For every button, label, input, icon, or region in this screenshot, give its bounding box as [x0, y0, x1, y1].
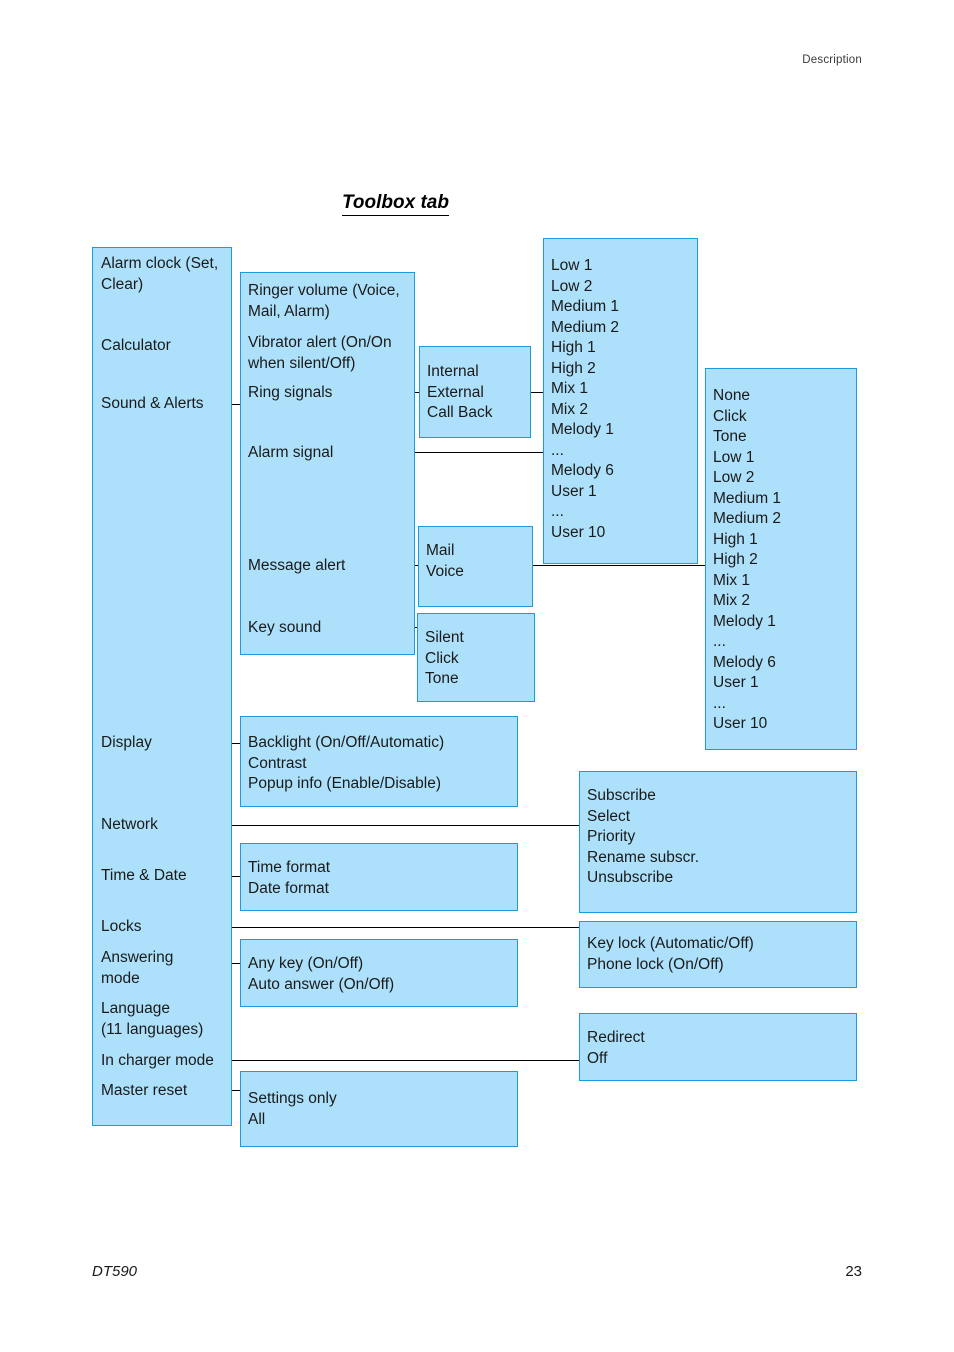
page-header-section: Description	[802, 54, 862, 66]
ring-signal-types-list[interactable]: Internal External Call Back	[427, 362, 492, 424]
locks-options-list[interactable]: Key lock (Automatic/Off) Phone lock (On/…	[587, 934, 754, 975]
footer-page-number: 23	[845, 1263, 862, 1280]
level1-item-locks[interactable]: Locks	[101, 917, 142, 938]
display-options-box: Backlight (On/Off/Automatic) Contrast Po…	[240, 716, 518, 807]
submenu-item-message-alert[interactable]: Message alert	[248, 556, 345, 577]
connector-network	[176, 825, 582, 827]
time-date-options-list[interactable]: Time format Date format	[248, 858, 330, 899]
time-date-options-box: Time format Date format	[240, 843, 518, 911]
message-alert-types-box: Mail Voice	[418, 526, 533, 607]
message-alert-tones-box: None Click Tone Low 1 Low 2 Medium 1 Med…	[705, 368, 857, 750]
level1-item-answering-mode[interactable]: Answering mode	[101, 948, 229, 989]
level1-item-display[interactable]: Display	[101, 733, 152, 754]
level1-item-in-charger-mode[interactable]: In charger mode	[101, 1051, 214, 1072]
submenu-item-key-sound[interactable]: Key sound	[248, 618, 321, 639]
ring-signal-tones-list[interactable]: Low 1 Low 2 Medium 1 Medium 2 High 1 Hig…	[551, 256, 619, 543]
connector-in-charger-mode	[221, 1060, 582, 1062]
level1-item-master-reset[interactable]: Master reset	[101, 1081, 187, 1102]
sound-alerts-submenu-box: Ringer volume (Voice, Mail, Alarm) Vibra…	[240, 272, 415, 655]
footer-document-name: DT590	[92, 1263, 138, 1280]
connector-message-tones	[531, 565, 709, 567]
master-reset-options-box: Settings only All	[240, 1071, 518, 1147]
submenu-item-vibrator-alert[interactable]: Vibrator alert (On/On when silent/Off)	[248, 333, 420, 374]
level1-item-network[interactable]: Network	[101, 815, 158, 836]
key-sound-options-list[interactable]: Silent Click Tone	[425, 628, 464, 690]
level1-item-sound-alerts[interactable]: Sound & Alerts	[101, 394, 204, 415]
answering-mode-options-list[interactable]: Any key (On/Off) Auto answer (On/Off)	[248, 954, 394, 995]
network-options-list[interactable]: Subscribe Select Priority Rename subscr.…	[587, 786, 699, 889]
answering-mode-options-box: Any key (On/Off) Auto answer (On/Off)	[240, 939, 518, 1007]
level1-item-calculator[interactable]: Calculator	[101, 336, 171, 357]
message-alert-types-list[interactable]: Mail Voice	[426, 541, 464, 582]
master-reset-options-list[interactable]: Settings only All	[248, 1089, 337, 1130]
network-options-box: Subscribe Select Priority Rename subscr.…	[579, 771, 857, 913]
message-alert-tones-list[interactable]: None Click Tone Low 1 Low 2 Medium 1 Med…	[713, 386, 781, 735]
in-charger-mode-options-box: Redirect Off	[579, 1013, 857, 1081]
ring-signal-types-box: Internal External Call Back	[419, 346, 531, 438]
page-canvas: Description Toolbox tab Alarm clock (Set…	[0, 0, 954, 1352]
ring-signal-tones-box: Low 1 Low 2 Medium 1 Medium 2 High 1 Hig…	[543, 238, 698, 564]
submenu-item-ringer-volume[interactable]: Ringer volume (Voice, Mail, Alarm)	[248, 281, 420, 322]
level1-item-time-date[interactable]: Time & Date	[101, 866, 187, 887]
level1-item-language[interactable]: Language (11 languages)	[101, 999, 233, 1040]
in-charger-mode-options-list[interactable]: Redirect Off	[587, 1028, 645, 1069]
locks-options-box: Key lock (Automatic/Off) Phone lock (On/…	[579, 921, 857, 988]
key-sound-options-box: Silent Click Tone	[417, 613, 535, 702]
display-options-list[interactable]: Backlight (On/Off/Automatic) Contrast Po…	[248, 733, 444, 795]
diagram-title: Toolbox tab	[342, 193, 449, 216]
submenu-item-alarm-signal[interactable]: Alarm signal	[248, 443, 333, 464]
level1-menu-box: Alarm clock (Set, Clear) Calculator Soun…	[92, 247, 232, 1126]
submenu-item-ring-signals[interactable]: Ring signals	[248, 383, 332, 404]
level1-item-alarm-clock[interactable]: Alarm clock (Set, Clear)	[101, 254, 233, 295]
